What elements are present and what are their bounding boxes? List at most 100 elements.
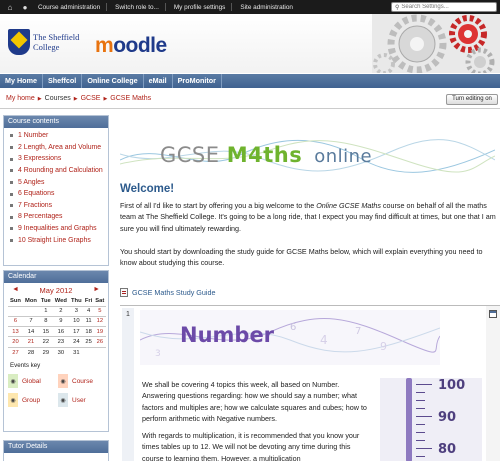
- site-header: The Sheffield College moodle: [0, 14, 500, 73]
- topic-link[interactable]: 9 Inequalities and Graphs: [4, 223, 108, 235]
- weekday-header: Sun: [9, 298, 21, 305]
- topic-link[interactable]: 7 Fractions: [4, 200, 108, 212]
- calendar-day: 2: [52, 305, 70, 317]
- topic-link[interactable]: 8 Percentages: [4, 211, 108, 223]
- bullet-icon: [10, 192, 13, 196]
- calendar-month[interactable]: May 2012: [40, 286, 73, 295]
- calendar-block: Calendar ◄ May 2012 ► Sun Mon Tue Wed Th…: [3, 270, 109, 432]
- admin-topbar: ⌂ ● Course administration Switch role to…: [0, 0, 500, 14]
- moodle-logo[interactable]: moodle: [95, 34, 167, 58]
- section-intro-paragraph: We shall be covering 4 topics this week,…: [142, 380, 367, 423]
- weekday-header: Thu: [71, 298, 82, 305]
- svg-text:4: 4: [320, 333, 328, 347]
- event-key-course[interactable]: ◉ Course: [58, 374, 108, 389]
- settings-search-input[interactable]: [401, 3, 492, 11]
- thermometer-image: 100 90 80: [380, 378, 482, 461]
- course-contents-block: Course contents 1 Number 2 Length, Area …: [3, 115, 109, 266]
- switch-role-menu[interactable]: Switch role to...: [115, 4, 159, 11]
- bullet-icon: [10, 239, 13, 243]
- events-key-title: Events key: [10, 362, 41, 370]
- breadcrumb-gcse-maths[interactable]: GCSE Maths: [110, 95, 151, 102]
- calendar-day: 25: [83, 336, 94, 348]
- calendar-day: 12: [93, 315, 106, 327]
- calendar-day: 10: [69, 315, 84, 327]
- calendar-grid: Sun Mon Tue Wed Thu Fri Sat 1 2 3 4 5 6 …: [8, 297, 106, 358]
- turn-editing-on-button[interactable]: Turn editing on: [446, 94, 498, 105]
- section-multiplication-paragraph: With regards to multiplication, it is re…: [142, 431, 360, 461]
- show-section-icon[interactable]: [489, 310, 497, 318]
- course-administration-menu[interactable]: Course administration: [38, 4, 100, 11]
- user-icon[interactable]: ●: [20, 2, 30, 12]
- topic-link[interactable]: 1 Number: [4, 130, 108, 142]
- calendar-day: 7: [22, 315, 40, 327]
- nav-online-college[interactable]: Online College: [82, 74, 144, 88]
- sheffield-college-logo[interactable]: The Sheffield College: [8, 27, 92, 57]
- svg-text:7: 7: [355, 326, 361, 337]
- study-guide-link[interactable]: GCSE Maths Study Guide: [120, 288, 216, 297]
- svg-text:9: 9: [380, 340, 387, 353]
- calendar-day: 20: [8, 336, 23, 348]
- course-contents-title: Course contents: [4, 116, 108, 128]
- topic-link[interactable]: 2 Length, Area and Volume: [4, 142, 108, 154]
- topic-link[interactable]: 3 Expressions: [4, 153, 108, 165]
- breadcrumb-arrow-icon: ▶: [37, 95, 42, 102]
- eye-icon: ◉: [8, 393, 18, 408]
- eye-icon: ◉: [58, 374, 68, 389]
- calendar-day: 18: [83, 326, 94, 337]
- bullet-icon: [10, 215, 13, 219]
- calendar-day: [93, 346, 106, 358]
- banner-maths: M4ths: [226, 143, 303, 167]
- svg-text:6: 6: [290, 322, 296, 333]
- event-key-user[interactable]: ◉ User: [58, 393, 108, 408]
- thermometer-label: 100: [438, 378, 466, 393]
- weekday-header: Fri: [84, 298, 93, 305]
- nav-my-home[interactable]: My Home: [0, 74, 43, 88]
- bullet-icon: [10, 157, 13, 161]
- section-sidebar: [486, 306, 500, 461]
- home-icon[interactable]: ⌂: [5, 2, 15, 12]
- welcome-paragraph: First of all I'd like to start by offeri…: [120, 201, 496, 233]
- nav-email[interactable]: eMail: [144, 74, 173, 88]
- weekday-header: Tue: [40, 298, 51, 305]
- breadcrumb-courses: Courses: [44, 95, 71, 102]
- calendar-day: 16: [52, 326, 70, 337]
- event-key-group[interactable]: ◉ Group: [8, 393, 58, 408]
- course-section-1: 1 6 4 7 9 3 Number We shall be covering …: [120, 305, 500, 461]
- divider: [231, 3, 233, 11]
- breadcrumb-my-home[interactable]: My home: [6, 95, 35, 102]
- calendar-day: 22: [39, 336, 53, 348]
- calendar-day: 29: [39, 346, 53, 358]
- bullet-icon: [10, 227, 13, 231]
- topic-link[interactable]: 10 Straight Line Graphs: [4, 235, 108, 247]
- profile-settings-menu[interactable]: My profile settings: [174, 4, 226, 11]
- calendar-day: [8, 305, 23, 317]
- tutor-details-block: Tutor Details: [3, 440, 109, 461]
- breadcrumb-arrow-icon: ▶: [103, 95, 108, 102]
- calendar-day: 1: [39, 305, 53, 317]
- calendar-day: 5: [93, 305, 106, 317]
- calendar-day: 27: [8, 346, 23, 358]
- calendar-title: Calendar: [4, 271, 108, 283]
- next-month-icon[interactable]: ►: [93, 286, 100, 293]
- site-administration-menu[interactable]: Site administration: [240, 4, 293, 11]
- event-key-global[interactable]: ◉ Global: [8, 374, 58, 389]
- bullet-icon: [10, 204, 13, 208]
- college-name-line2: College: [33, 42, 60, 52]
- nav-sheffcol[interactable]: Sheffcol: [43, 74, 83, 88]
- calendar-day: 3: [69, 305, 84, 317]
- nav-promonitor[interactable]: ProMonitor: [173, 74, 222, 88]
- topic-link[interactable]: 5 Angles: [4, 177, 108, 189]
- calendar-day: 14: [22, 326, 40, 337]
- gears-decoration-icon: [372, 14, 500, 73]
- settings-search: ⚲: [391, 2, 497, 12]
- calendar-day: 19: [93, 326, 106, 337]
- breadcrumb-gcse[interactable]: GCSE: [81, 95, 101, 102]
- thermometer-label: 90: [438, 410, 457, 425]
- previous-month-icon[interactable]: ◄: [12, 286, 19, 293]
- banner-online: online: [314, 146, 373, 167]
- svg-text:3: 3: [155, 349, 161, 359]
- calendar-day: [22, 305, 40, 317]
- topic-link[interactable]: 4 Rounding and Calculation: [4, 165, 108, 177]
- calendar-day: 13: [8, 326, 23, 337]
- topic-link[interactable]: 6 Equations: [4, 188, 108, 200]
